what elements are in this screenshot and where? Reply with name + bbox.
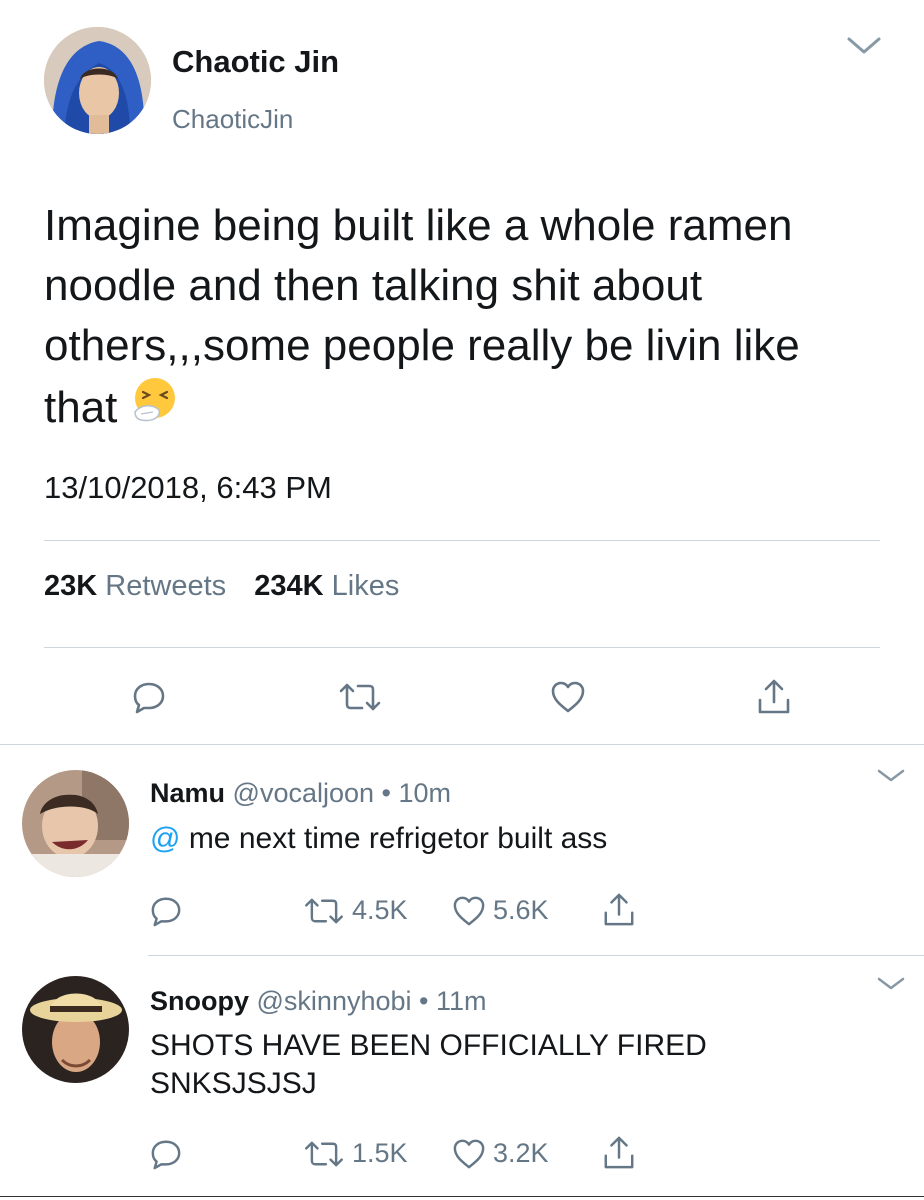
retweets-count[interactable]: 23K (44, 570, 97, 602)
author-avatar[interactable] (44, 27, 151, 134)
retweet-count[interactable]: 4.5K (352, 895, 408, 926)
reply-author-name[interactable]: Namu (150, 778, 225, 808)
chevron-down-icon[interactable] (846, 36, 882, 56)
tweet-text-line: noodle and then talking shit about (44, 261, 703, 310)
share-icon[interactable] (756, 676, 792, 716)
reply-time[interactable]: 11m (436, 986, 487, 1016)
reply-avatar[interactable] (22, 770, 129, 877)
divider (0, 744, 924, 745)
retweet-count[interactable]: 1.5K (352, 1138, 408, 1169)
like-icon[interactable] (452, 1138, 486, 1170)
like-count[interactable]: 5.6K (493, 895, 549, 926)
chevron-down-icon[interactable] (876, 768, 906, 784)
reply-icon[interactable] (150, 895, 182, 927)
retweet-icon[interactable] (303, 1140, 345, 1168)
tweet-timestamp[interactable]: 13/10/2018, 6:43 PM (44, 470, 332, 506)
tweet-text-line: that (44, 383, 118, 432)
tweet-text: Imagine being built like a whole ramen n… (44, 196, 884, 440)
divider (44, 540, 880, 541)
tweet-text-line: Imagine being built like a whole ramen (44, 201, 793, 250)
reply-icon[interactable] (150, 1138, 182, 1170)
author-handle[interactable]: ChaoticJin (172, 104, 293, 135)
likes-count[interactable]: 234K (254, 570, 323, 602)
divider (148, 955, 924, 956)
mention-link[interactable]: @ (150, 822, 180, 855)
author-name[interactable]: Chaotic Jin (172, 44, 339, 80)
retweets-label[interactable]: Retweets (105, 570, 226, 602)
like-icon[interactable] (452, 895, 486, 927)
reply-icon[interactable] (132, 680, 166, 714)
share-icon[interactable] (602, 890, 636, 928)
tweet-stats: 23K Retweets 234K Likes (44, 570, 399, 603)
chevron-down-icon[interactable] (876, 976, 906, 992)
reply-text: SHOTS HAVE BEEN OFFICIALLY FIRED SNKSJSJ… (150, 1027, 707, 1103)
reply-header: Namu @vocaljoon • 10m (150, 778, 451, 809)
like-icon[interactable] (550, 680, 586, 714)
likes-label[interactable]: Likes (332, 570, 400, 602)
separator-dot: • (381, 778, 391, 808)
reply-header: Snoopy @skinnyhobi • 11m (150, 986, 487, 1017)
divider (0, 1196, 924, 1197)
reply-author-handle[interactable]: @vocaljoon (233, 778, 375, 808)
sneezing-face-emoji-icon (131, 376, 179, 440)
separator-dot: • (419, 986, 429, 1016)
reply-time[interactable]: 10m (399, 778, 452, 808)
like-count[interactable]: 3.2K (493, 1138, 549, 1169)
share-icon[interactable] (602, 1133, 636, 1171)
reply-text: @ me next time refrigetor built ass (150, 820, 607, 858)
divider (44, 647, 880, 648)
retweet-icon[interactable] (303, 897, 345, 925)
tweet-text-line: others,,,some people really be livin lik… (44, 321, 800, 370)
reply-text-line: SHOTS HAVE BEEN OFFICIALLY FIRED (150, 1029, 707, 1062)
tweet-text-last-line: that (44, 376, 884, 440)
reply-avatar[interactable] (22, 976, 129, 1083)
reply-text-line: me next time refrigetor built ass (188, 822, 608, 855)
retweet-icon[interactable] (338, 682, 382, 712)
reply-text-line: SNKSJSJSJ (150, 1067, 317, 1100)
reply-author-name[interactable]: Snoopy (150, 986, 249, 1016)
reply-author-handle[interactable]: @skinnyhobi (257, 986, 412, 1016)
